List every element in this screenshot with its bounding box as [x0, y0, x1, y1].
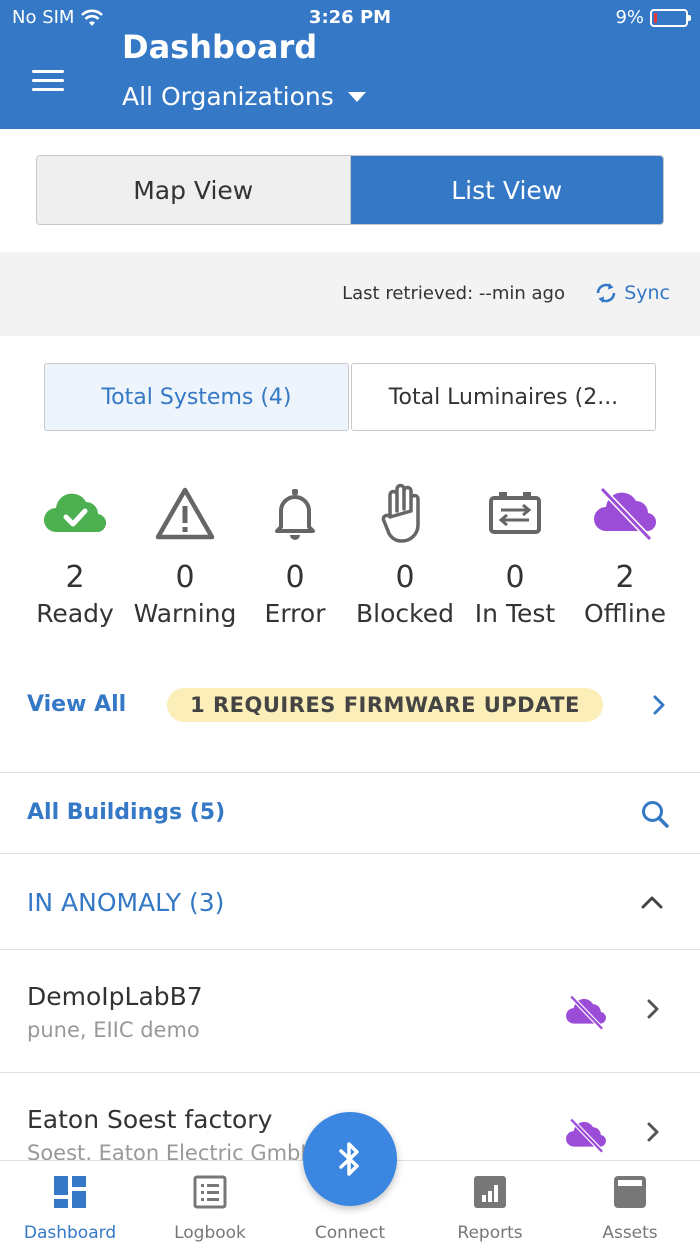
nav-dashboard-label: Dashboard	[23, 1223, 117, 1243]
totals-tabs: Total Systems (4) Total Luminaires (2...	[44, 363, 656, 431]
offline-count: 2	[615, 560, 635, 595]
nav-logbook[interactable]: Logbook	[140, 1161, 280, 1244]
stat-blocked[interactable]: 0 Blocked	[350, 480, 460, 640]
dashboard-icon	[54, 1176, 86, 1208]
chevron-up-icon[interactable]	[640, 894, 664, 910]
logbook-icon	[193, 1175, 227, 1209]
ready-label: Ready	[36, 599, 114, 628]
last-retrieved-text: Last retrieved: --min ago	[342, 283, 565, 304]
building-subtitle: pune, EIIC demo	[27, 1018, 200, 1042]
blocked-label: Blocked	[356, 599, 454, 628]
nav-dashboard[interactable]: Dashboard	[0, 1161, 140, 1244]
app-header: No SIM 3:26 PM 9% Dashboard All Organiza…	[0, 0, 700, 129]
cloud-offline-icon	[566, 995, 606, 1030]
nav-reports-label: Reports	[457, 1223, 523, 1243]
chevron-right-icon	[647, 1122, 659, 1142]
status-bar: No SIM 3:26 PM 9%	[0, 0, 700, 36]
page-title: Dashboard	[122, 28, 318, 66]
organization-label: All Organizations	[122, 82, 334, 111]
in-test-count: 0	[505, 560, 525, 595]
in-test-label: In Test	[474, 599, 556, 628]
view-all-link[interactable]: View All	[27, 692, 126, 717]
blocked-count: 0	[395, 560, 415, 595]
ready-count: 2	[65, 560, 85, 595]
caret-down-icon	[347, 91, 366, 102]
map-view-button[interactable]: Map View	[37, 156, 351, 224]
status-right: 9%	[615, 7, 691, 28]
error-count: 0	[285, 560, 305, 595]
nav-assets[interactable]: Assets	[560, 1161, 700, 1244]
stat-in-test[interactable]: 0 In Test	[460, 480, 570, 640]
warning-label: Warning	[133, 599, 237, 628]
bluetooth-icon	[339, 1142, 359, 1176]
firmware-row: View All 1 REQUIRES FIRMWARE UPDATE	[0, 680, 700, 732]
tab-total-luminaires[interactable]: Total Luminaires (2...	[351, 363, 656, 431]
nav-logbook-label: Logbook	[174, 1223, 246, 1243]
all-buildings-label[interactable]: All Buildings (5)	[27, 800, 225, 825]
anomaly-section-header[interactable]: IN ANOMALY (3)	[0, 854, 700, 949]
nav-connect-label: Connect	[314, 1223, 386, 1243]
stat-ready[interactable]: 2 Ready	[20, 480, 130, 640]
stat-offline[interactable]: 2 Offline	[570, 480, 680, 640]
warning-count: 0	[175, 560, 195, 595]
stat-error[interactable]: 0 Error	[240, 480, 350, 640]
battery-level	[654, 12, 657, 23]
view-toggle: Map View List View	[36, 155, 664, 225]
building-name: DemoIpLabB7	[27, 982, 203, 1011]
retrieved-bar: Last retrieved: --min ago Sync	[0, 252, 700, 336]
stat-warning[interactable]: 0 Warning	[130, 480, 240, 640]
search-icon[interactable]	[640, 799, 670, 829]
nav-reports[interactable]: Reports	[420, 1161, 560, 1244]
hamburger-menu-icon[interactable]	[32, 70, 64, 92]
firmware-update-badge[interactable]: 1 REQUIRES FIRMWARE UPDATE	[167, 688, 603, 722]
cloud-check-icon	[42, 480, 108, 546]
organization-dropdown[interactable]: All Organizations	[122, 82, 366, 111]
offline-label: Offline	[583, 599, 667, 628]
status-summary: 2 Ready 0 Warning 0 Error 0 Blocked 0 In…	[20, 480, 680, 640]
hand-icon	[372, 480, 438, 546]
battery-icon	[650, 8, 691, 27]
reports-icon	[474, 1176, 506, 1208]
bell-icon	[262, 480, 328, 546]
status-time: 3:26 PM	[308, 7, 392, 28]
warning-icon	[152, 480, 218, 546]
connect-bluetooth-button[interactable]	[303, 1112, 397, 1206]
error-label: Error	[264, 599, 326, 628]
tab-total-systems[interactable]: Total Systems (4)	[44, 363, 349, 431]
cloud-offline-icon	[592, 480, 658, 546]
cloud-offline-icon	[566, 1118, 606, 1153]
all-buildings-row: All Buildings (5)	[0, 773, 700, 853]
test-battery-icon	[482, 480, 548, 546]
chevron-right-icon[interactable]	[652, 694, 666, 716]
assets-icon	[614, 1176, 646, 1208]
list-item[interactable]: DemoIpLabB7 pune, EIIC demo	[0, 950, 700, 1072]
nav-assets-label: Assets	[602, 1223, 658, 1243]
anomaly-label: IN ANOMALY (3)	[27, 888, 225, 917]
chevron-right-icon	[647, 999, 659, 1019]
sync-button[interactable]: Sync	[594, 280, 670, 306]
list-view-button[interactable]: List View	[350, 156, 663, 224]
sync-label: Sync	[624, 282, 670, 304]
sync-icon	[596, 283, 616, 303]
battery-percent: 9%	[615, 7, 644, 28]
building-name: Eaton Soest factory	[27, 1105, 273, 1134]
